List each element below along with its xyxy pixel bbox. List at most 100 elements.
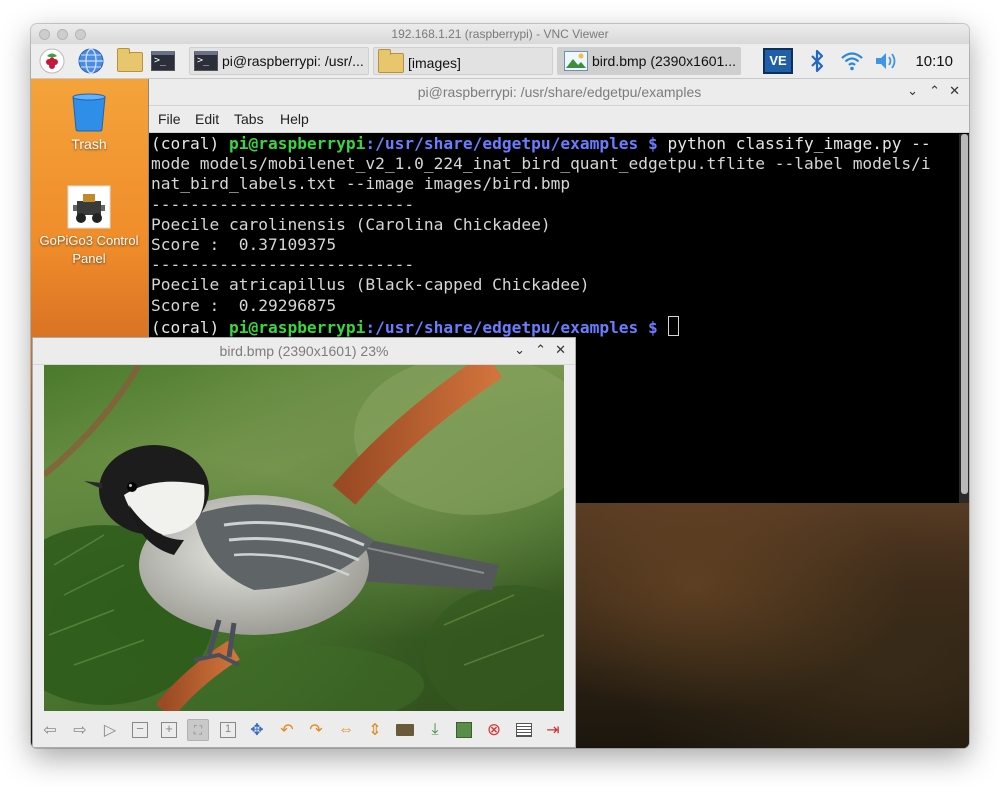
fullscreen-button[interactable]: ✥ [246,719,268,741]
delete-icon: ⊗ [486,720,502,739]
quit-button[interactable]: ⇥ [542,719,564,741]
terminal-icon: >_ [194,51,218,71]
close-icon[interactable]: ✕ [555,342,566,358]
web-browser-button[interactable] [77,47,105,75]
task-terminal[interactable]: >_ pi@raspberrypi: /usr/... [189,47,369,75]
terminal-titlebar[interactable]: pi@raspberrypi: /usr/share/edgetpu/examp… [149,79,969,106]
terminal-scrollbar-thumb[interactable] [961,134,968,494]
robot-icon [67,185,111,229]
maximize-icon[interactable]: ⌃ [929,83,940,99]
flip-vertical-icon: ⇕ [368,722,382,739]
desktop-wallpaper-landscape [576,479,969,748]
arrow-left-icon: ⇦ [43,722,57,739]
file-manager-button[interactable] [115,47,145,75]
preferences-icon [516,723,532,737]
fit-window-button[interactable]: ⛶ [187,719,209,741]
wifi-tray[interactable] [839,47,865,75]
flip-horizontal-icon: ⇔ [338,721,354,738]
next-image-button[interactable]: ⇨ [69,719,91,741]
menu-tabs[interactable]: Tabs [234,111,264,127]
vnc-tray-label: VE [769,53,787,68]
zoom-out-icon: − [132,722,148,738]
desktop-icon-label: GoPiGo3 Control Panel [39,233,139,266]
preferences-button[interactable] [513,719,535,741]
minimize-icon[interactable]: ⌄ [514,342,525,358]
vnc-tray-icon: VE [763,48,793,74]
terminal-menubar: File Edit Tabs Help [149,106,969,133]
terminal-line: (coral) pi@raspberrypi:/usr/share/edgetp… [151,134,959,154]
original-size-button[interactable]: 1 [217,719,239,741]
task-images-folder[interactable]: [images] [373,47,553,75]
vnc-viewer-window: 192.168.1.21 (raspberrypi) - VNC Viewer [31,24,969,748]
menu-help[interactable]: Help [280,111,309,127]
close-icon[interactable]: ✕ [949,83,960,99]
bluetooth-icon [811,49,824,73]
terminal-icon: >_ [151,51,175,71]
command-text: python classify_image.py -- [657,134,931,153]
prompt-env: (coral) [151,134,229,153]
viewer-title: bird.bmp (2390x1601) 23% [219,343,389,359]
menu-edit[interactable]: Edit [195,111,219,127]
previous-image-button[interactable]: ⇦ [39,719,61,741]
terminal-scrollbar[interactable] [959,134,969,503]
fullscreen-icon: ✥ [250,722,264,739]
desktop-icon-trash[interactable]: Trash [51,89,127,152]
slideshow-button[interactable]: ▷ [99,719,121,741]
terminal-line: --------------------------- [151,194,415,214]
volume-tray[interactable] [873,47,899,75]
terminal-title: pi@raspberrypi: /usr/share/edgetpu/examp… [417,84,702,100]
save-file-button[interactable]: ⤓ [424,719,446,741]
task-label: [images] [408,54,461,71]
task-label: pi@raspberrypi: /usr/... [222,53,364,69]
minimize-icon[interactable]: ⌄ [907,83,918,99]
flip-horizontal-button[interactable]: ⇔ [335,719,357,741]
zoom-in-icon: + [161,722,177,738]
prompt-user: pi@raspberrypi [228,317,366,337]
bird-photo [44,365,564,711]
actual-size-icon: 1 [220,722,236,738]
zoom-in-button[interactable]: + [158,719,180,741]
raspberry-icon [39,48,65,74]
task-label: bird.bmp (2390x1601... [592,53,736,69]
menu-file[interactable]: File [158,111,181,127]
task-image-viewer[interactable]: bird.bmp (2390x1601... [557,47,741,75]
arrow-right-icon: ⇨ [73,722,87,739]
rotate-right-button[interactable]: ↷ [305,719,327,741]
zoom-out-button[interactable]: − [129,719,151,741]
viewer-titlebar[interactable]: bird.bmp (2390x1601) 23% ⌄ ⌃ ✕ [33,338,575,365]
image-viewer-window: bird.bmp (2390x1601) 23% ⌄ ⌃ ✕ ⇦ ⇨ ▷ − +… [32,337,576,748]
clock[interactable]: 10:10 [915,53,953,70]
terminal-line: --------------------------- [151,255,415,275]
rotate-left-icon: ↶ [280,722,294,739]
open-file-button[interactable] [394,719,416,741]
taskbar: >_ >_ pi@raspberrypi: /usr/... [images] … [31,44,969,79]
viewer-toolbar: ⇦ ⇨ ▷ − + ⛶ 1 ✥ ↶ ↷ ⇔ ⇕ ⤓ ⊗ ⇥ [33,713,575,747]
prompt-env: (coral) [151,317,229,337]
maximize-icon[interactable]: ⌃ [535,342,546,358]
trash-icon [72,93,106,132]
chickadee-image [44,365,564,711]
terminal-launcher-button[interactable]: >_ [151,47,181,75]
result-score: Score : 0.37109375 [151,235,337,255]
desktop-icon-gopigo[interactable]: GoPiGo3 Control Panel [39,185,139,268]
result-score: Score : 0.29296875 [151,295,337,315]
play-icon: ▷ [103,722,117,739]
save-as-button[interactable] [453,719,475,741]
fit-icon: ⛶ [193,722,203,737]
bluetooth-tray[interactable] [807,47,827,75]
prompt-user: pi@raspberrypi [228,134,366,153]
image-icon [564,51,588,71]
open-folder-icon [396,724,414,736]
vnc-server-tray[interactable]: VE [763,47,795,75]
exit-icon: ⇥ [546,722,560,739]
terminal-line: mode models/mobilenet_v2_1.0_224_inat_bi… [151,154,931,174]
volume-icon [876,53,896,69]
rotate-left-button[interactable]: ↶ [276,719,298,741]
raspberry-menu-button[interactable] [37,47,67,75]
wifi-icon [841,52,863,71]
rotate-right-icon: ↷ [309,722,323,739]
delete-file-button[interactable]: ⊗ [483,719,505,741]
prompt-path: :/usr/share/edgetpu/examples $ [365,317,658,337]
vnc-titlebar: 192.168.1.21 (raspberrypi) - VNC Viewer [31,24,969,45]
flip-vertical-button[interactable]: ⇕ [364,719,386,741]
